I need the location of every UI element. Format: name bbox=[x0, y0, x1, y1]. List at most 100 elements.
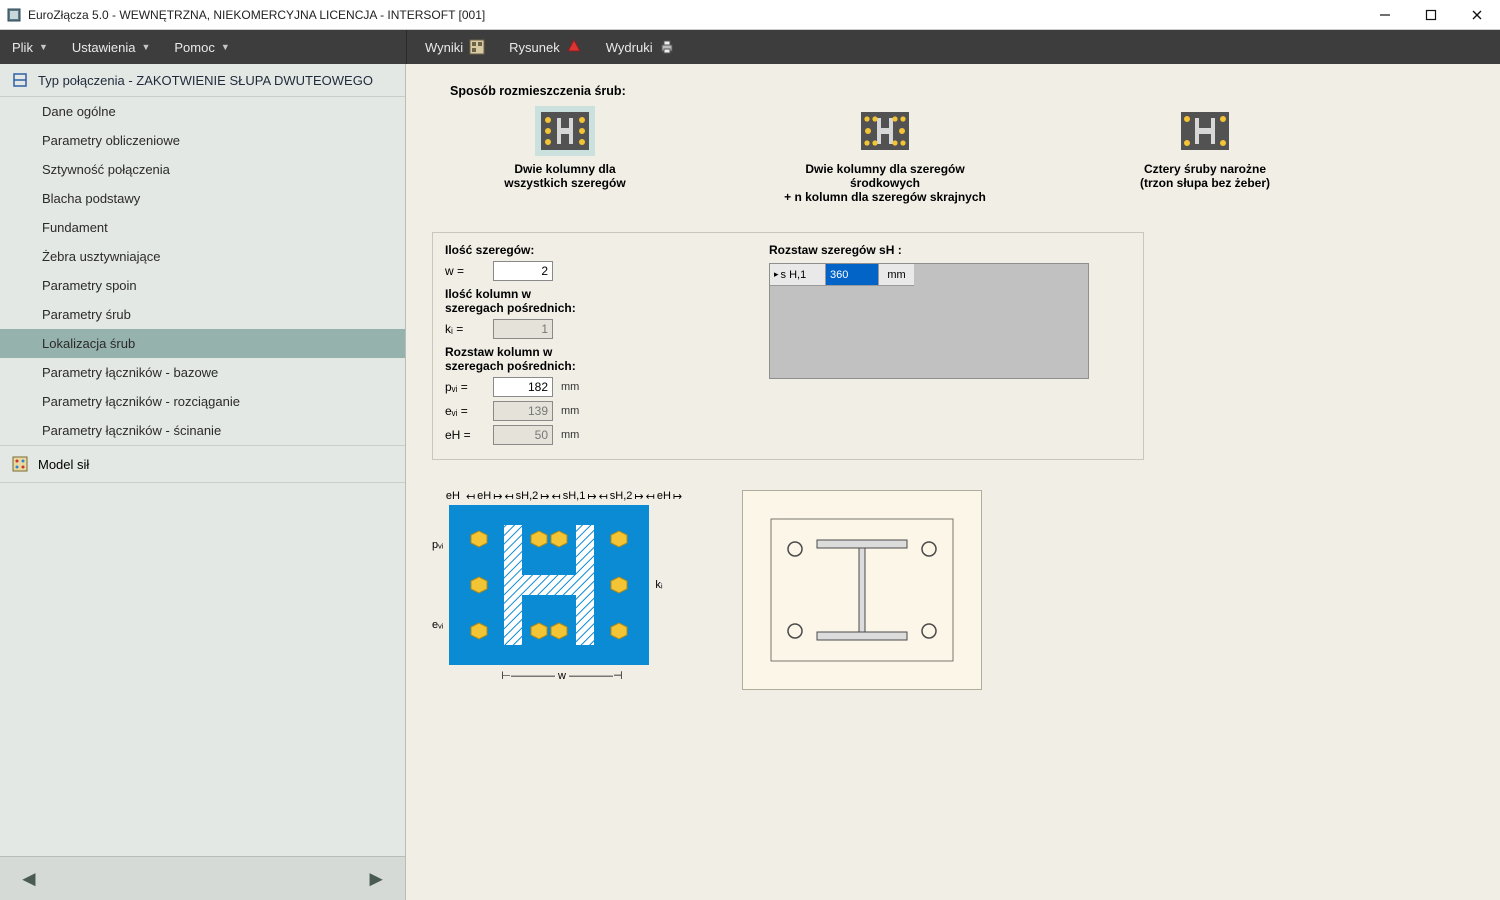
row-spacing-grid[interactable]: ▸s H,1 360 mm bbox=[769, 263, 1089, 379]
sidebar-item-lacz-scinanie[interactable]: Parametry łączników - ścinanie bbox=[0, 416, 405, 445]
diagrams-row: eH ↤eH↦ ↤sH,2↦ ↤sH,1↦ ↤sH,2↦ ↤eH↦ pᵥᵢ eᵥ… bbox=[432, 490, 1474, 690]
menu-ustawienia[interactable]: Ustawienia ▼ bbox=[60, 30, 163, 64]
results-icon bbox=[469, 39, 485, 55]
option-label-line2: + n kolumn dla szeregów skrajnych bbox=[770, 190, 1000, 204]
caret-down-icon: ▼ bbox=[141, 42, 150, 52]
dim-eh-r: eH bbox=[657, 490, 671, 503]
sidebar-header[interactable]: Typ połączenia - ZAKOTWIENIE SŁUPA DWUTE… bbox=[0, 64, 405, 97]
window-maximize-button[interactable] bbox=[1408, 0, 1454, 30]
option-two-columns-all[interactable]: Dwie kolumny dla wszystkich szeregów bbox=[450, 106, 680, 204]
ki-input bbox=[493, 319, 553, 339]
app-icon bbox=[6, 7, 22, 23]
w-input[interactable] bbox=[493, 261, 553, 281]
sidebar: Typ połączenia - ZAKOTWIENIE SŁUPA DWUTE… bbox=[0, 64, 406, 900]
option-label-line1: Cztery śruby narożne bbox=[1090, 162, 1320, 176]
rows-count-label: Ilość szeregów: bbox=[445, 243, 745, 257]
pvi-label: pᵥᵢ = bbox=[445, 380, 485, 394]
grid-cell-unit: mm bbox=[878, 264, 914, 286]
toolbar-wyniki[interactable]: Wyniki bbox=[413, 30, 497, 64]
main-panel: Sposób rozmieszczenia śrub: Dwie kolumny… bbox=[406, 64, 1500, 900]
menu-label: Pomoc bbox=[174, 40, 214, 55]
option-two-columns-mid-n-edge[interactable]: Dwie kolumny dla szeregów środkowych + n… bbox=[770, 106, 1000, 204]
dim-sh2: sH,2 bbox=[516, 490, 539, 503]
params-left: Ilość szeregów: w = Ilość kolumn w szere… bbox=[445, 243, 745, 445]
sidebar-item-dane-ogolne[interactable]: Dane ogólne bbox=[0, 97, 405, 126]
nav-prev-button[interactable]: ◄ bbox=[18, 866, 40, 892]
sidebar-header-label: Typ połączenia - ZAKOTWIENIE SŁUPA DWUTE… bbox=[38, 73, 373, 88]
drawing-icon bbox=[566, 39, 582, 55]
diagram-left-wrap: eH ↤eH↦ ↤sH,2↦ ↤sH,1↦ ↤sH,2↦ ↤eH↦ pᵥᵢ eᵥ… bbox=[432, 490, 692, 690]
w-label: w = bbox=[445, 264, 485, 278]
cols-count-label1: Ilość kolumn w bbox=[445, 287, 745, 301]
option-label-line1: Dwie kolumny dla bbox=[450, 162, 680, 176]
sidebar-item-spoin[interactable]: Parametry spoin bbox=[0, 271, 405, 300]
dim-eh: eH bbox=[477, 490, 491, 503]
col-spacing-label1: Rozstaw kolumn w bbox=[445, 345, 745, 359]
caret-down-icon: ▼ bbox=[39, 42, 48, 52]
connection-type-icon bbox=[12, 72, 28, 88]
col-spacing-label2: szeregach pośrednich: bbox=[445, 359, 745, 373]
window-titlebar: EuroZłącza 5.0 - WEWNĘTRZNA, NIEKOMERCYJ… bbox=[0, 0, 1500, 30]
dim-pvi: pᵥᵢ bbox=[432, 539, 443, 551]
toolbar-label: Wydruki bbox=[606, 40, 653, 55]
cols-count-label2: szeregach pośrednich: bbox=[445, 301, 745, 315]
option-label-line2: wszystkich szeregów bbox=[450, 176, 680, 190]
menu-plik[interactable]: Plik ▼ bbox=[0, 30, 60, 64]
window-close-button[interactable] bbox=[1454, 0, 1500, 30]
dim-sh2b: sH,2 bbox=[610, 490, 633, 503]
dim-sh1: sH,1 bbox=[563, 490, 586, 503]
print-icon bbox=[659, 39, 675, 55]
diagram-left bbox=[449, 505, 649, 665]
menubar: Plik▼ Ustawienia▼ Pomoc▼ Wyniki Rysunek … bbox=[0, 30, 1500, 64]
forces-model-icon bbox=[12, 456, 28, 472]
sidebar-item-parametry-obliczeniowe[interactable]: Parametry obliczeniowe bbox=[0, 126, 405, 155]
sidebar-item-sztywnosc[interactable]: Sztywność połączenia bbox=[0, 155, 405, 184]
sidebar-item-lacz-rozciaganie[interactable]: Parametry łączników - rozciąganie bbox=[0, 387, 405, 416]
dim-label-eh-l: eH bbox=[446, 490, 460, 503]
sidebar-item-lokalizacja-srub[interactable]: Lokalizacja śrub bbox=[0, 329, 405, 358]
evi-input bbox=[493, 401, 553, 421]
toolbar-label: Wyniki bbox=[425, 40, 463, 55]
evi-label: eᵥᵢ = bbox=[445, 404, 485, 418]
option-icon bbox=[855, 106, 915, 156]
options-title: Sposób rozmieszczenia śrub: bbox=[450, 84, 1474, 98]
grid-row-header[interactable]: ▸s H,1 bbox=[770, 264, 826, 286]
option-icon bbox=[535, 106, 595, 156]
sidebar-item-fundament[interactable]: Fundament bbox=[0, 213, 405, 242]
sidebar-footer-label: Model sił bbox=[38, 457, 89, 472]
sidebar-item-lacz-bazowe[interactable]: Parametry łączników - bazowe bbox=[0, 358, 405, 387]
option-four-corner-bolts[interactable]: Cztery śruby narożne (trzon słupa bez że… bbox=[1090, 106, 1320, 204]
window-minimize-button[interactable] bbox=[1362, 0, 1408, 30]
sidebar-model-sil[interactable]: Model sił bbox=[0, 445, 405, 483]
option-icon bbox=[1175, 106, 1235, 156]
caret-down-icon: ▼ bbox=[221, 42, 230, 52]
unit-mm: mm bbox=[561, 429, 579, 441]
nav-next-button[interactable]: ► bbox=[365, 866, 387, 892]
menu-label: Ustawienia bbox=[72, 40, 136, 55]
toolbar-wydruki[interactable]: Wydruki bbox=[594, 30, 687, 64]
diagram-right bbox=[742, 490, 982, 690]
grid-cell-value[interactable]: 360 bbox=[826, 264, 878, 286]
bolt-layout-options: Dwie kolumny dla wszystkich szeregów Dwi… bbox=[450, 106, 1474, 204]
window-title: EuroZłącza 5.0 - WEWNĘTRZNA, NIEKOMERCYJ… bbox=[28, 8, 485, 22]
eh-label: eH = bbox=[445, 428, 485, 442]
toolbar-rysunek[interactable]: Rysunek bbox=[497, 30, 594, 64]
sidebar-nav: ◄ ► bbox=[0, 856, 405, 900]
menu-pomoc[interactable]: Pomoc ▼ bbox=[162, 30, 241, 64]
option-label-line1: Dwie kolumny dla szeregów środkowych bbox=[770, 162, 1000, 190]
params-panel: Ilość szeregów: w = Ilość kolumn w szere… bbox=[432, 232, 1144, 460]
sidebar-item-zebra[interactable]: Żebra usztywniające bbox=[0, 242, 405, 271]
sidebar-item-blacha[interactable]: Blacha podstawy bbox=[0, 184, 405, 213]
sidebar-item-srub[interactable]: Parametry śrub bbox=[0, 300, 405, 329]
params-right: Rozstaw szeregów sH : ▸s H,1 360 mm bbox=[769, 243, 1131, 445]
sidebar-items: Dane ogólne Parametry obliczeniowe Sztyw… bbox=[0, 97, 405, 445]
pvi-input[interactable] bbox=[493, 377, 553, 397]
grid-row-header-text: s H,1 bbox=[781, 269, 807, 281]
dim-w: w bbox=[558, 670, 566, 682]
option-label-line2: (trzon słupa bez żeber) bbox=[1090, 176, 1320, 190]
dim-evi: eᵥᵢ bbox=[432, 619, 443, 631]
menu-label: Plik bbox=[12, 40, 33, 55]
row-spacing-label: Rozstaw szeregów sH : bbox=[769, 243, 1131, 257]
toolbar-label: Rysunek bbox=[509, 40, 560, 55]
unit-mm: mm bbox=[561, 405, 579, 417]
